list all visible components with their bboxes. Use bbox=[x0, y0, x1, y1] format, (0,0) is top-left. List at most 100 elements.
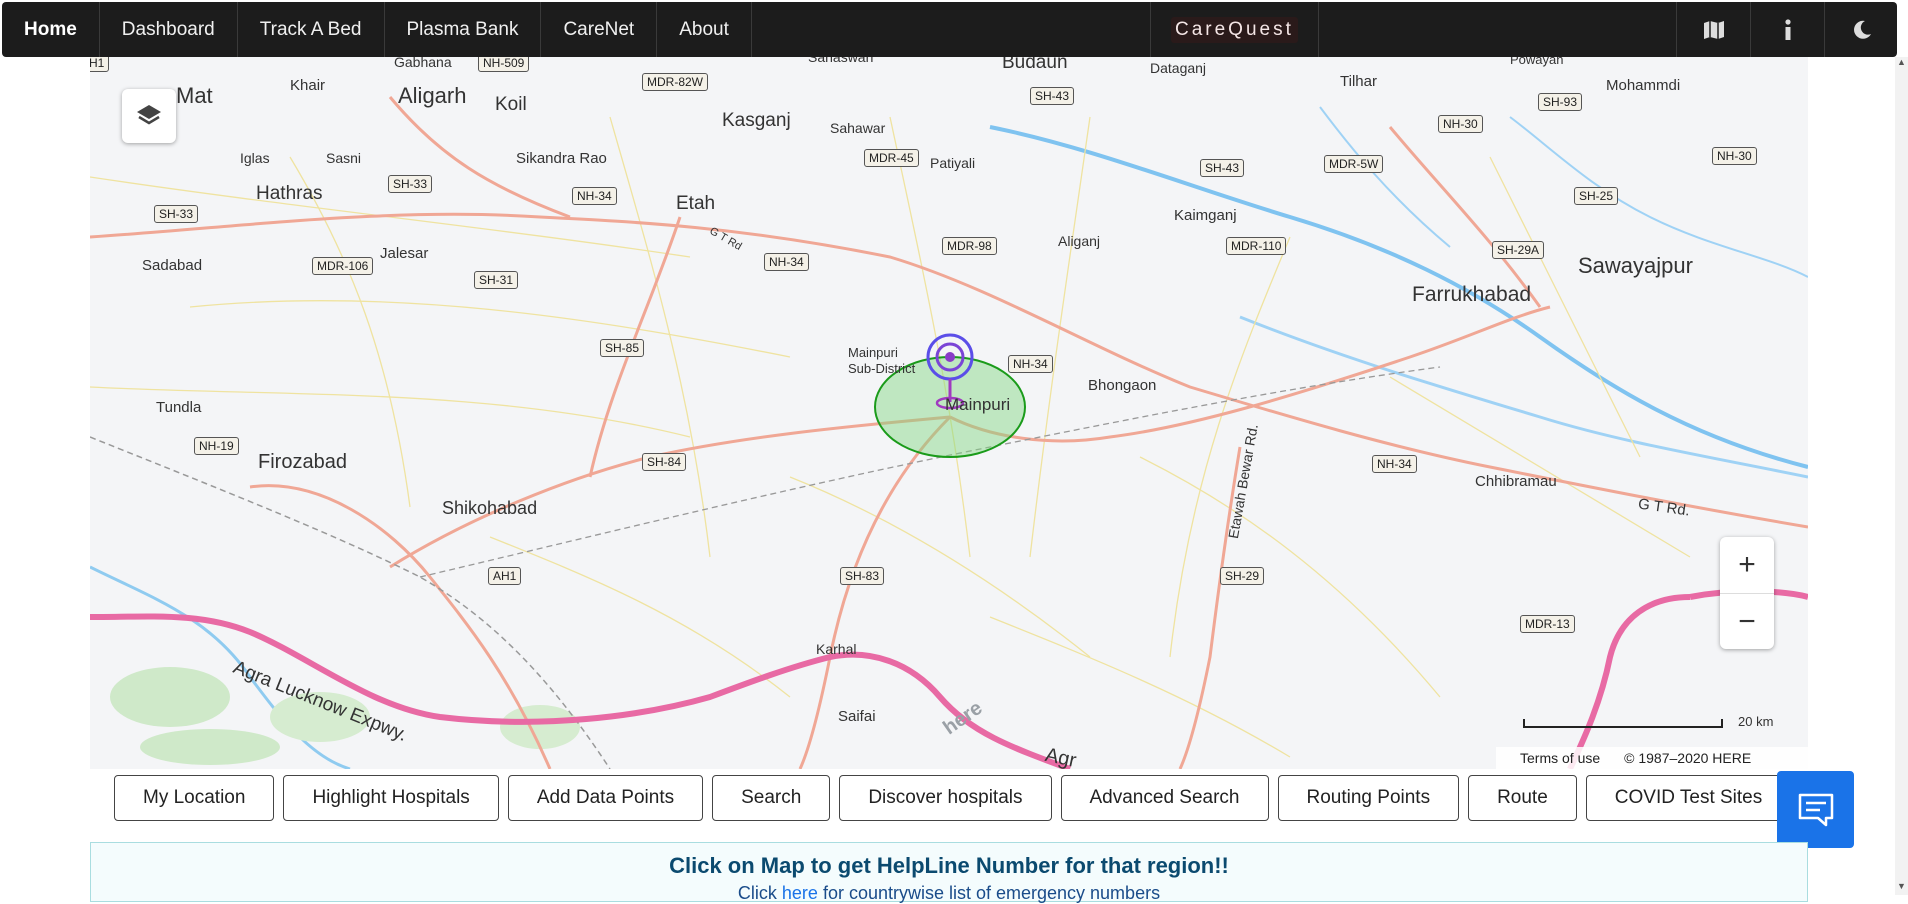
road-shield: NH-34 bbox=[1008, 355, 1053, 373]
zoom-out-button[interactable]: − bbox=[1720, 594, 1774, 650]
city-label: Aligarh bbox=[398, 83, 467, 108]
scroll-up-icon[interactable]: ▲ bbox=[1895, 57, 1908, 71]
add-data-points-button[interactable]: Add Data Points bbox=[507, 775, 704, 821]
city-label: Khair bbox=[290, 77, 326, 94]
nav-home[interactable]: Home bbox=[2, 2, 100, 57]
city-label: Powayan bbox=[1510, 57, 1564, 67]
road-shield: SH-29A bbox=[1492, 241, 1545, 259]
action-button-bar: My Location Highlight Hospitals Add Data… bbox=[114, 775, 1792, 821]
city-label: Sahaswan bbox=[808, 57, 874, 65]
road-shield: MDR-13 bbox=[1520, 615, 1575, 633]
road-shield: SH-31 bbox=[474, 271, 519, 289]
route-button[interactable]: Route bbox=[1468, 775, 1577, 821]
road-shield: SH-43 bbox=[1200, 159, 1245, 177]
road-shield: NH-30 bbox=[1712, 147, 1757, 165]
city-label: Sasni bbox=[326, 150, 362, 166]
city-label: Dataganj bbox=[1150, 60, 1207, 76]
info-icon[interactable] bbox=[1750, 2, 1825, 57]
discover-hospitals-button[interactable]: Discover hospitals bbox=[839, 775, 1052, 821]
road-shield: H1 bbox=[90, 57, 110, 72]
road-shield: MDR-5W bbox=[1324, 155, 1384, 173]
moon-icon[interactable] bbox=[1824, 2, 1899, 57]
chat-icon bbox=[1798, 793, 1833, 826]
helpline-subtitle: Click here for countrywise list of emerg… bbox=[737, 883, 1161, 903]
city-label: Gabhana bbox=[394, 57, 452, 70]
city-label: Bhongaon bbox=[1088, 377, 1157, 394]
routing-points-button[interactable]: Routing Points bbox=[1277, 775, 1460, 821]
layers-button[interactable] bbox=[122, 89, 176, 143]
map-canvas[interactable]: Mat Khair Gabhana Aligarh Koil Sahaswan … bbox=[90, 57, 1808, 769]
city-label: Budaun bbox=[1002, 57, 1068, 73]
road-shield: MDR-106 bbox=[312, 257, 374, 275]
city-label: Mainpuri bbox=[945, 395, 1011, 414]
road-shield: MDR-45 bbox=[864, 149, 919, 167]
city-label: Kaimganj bbox=[1174, 207, 1237, 224]
scale-bar bbox=[1523, 719, 1723, 728]
road-shield: MDR-98 bbox=[942, 237, 997, 255]
nav-dashboard[interactable]: Dashboard bbox=[100, 2, 238, 57]
city-label: Shikohabad bbox=[442, 498, 538, 518]
city-label: Tundla bbox=[156, 399, 202, 416]
top-navbar: Home Dashboard Track A Bed Plasma Bank C… bbox=[2, 2, 1897, 57]
road-shield: SH-33 bbox=[154, 205, 199, 223]
advanced-search-button[interactable]: Advanced Search bbox=[1060, 775, 1269, 821]
city-label: Koil bbox=[495, 94, 527, 115]
city-label: Iglas bbox=[240, 150, 270, 166]
road-shield: SH-83 bbox=[840, 567, 885, 585]
road-shield: SH-43 bbox=[1030, 87, 1075, 105]
city-label: Mohammdi bbox=[1606, 77, 1681, 94]
road-shield: NH-19 bbox=[194, 437, 239, 455]
city-label: Farrukhabad bbox=[1412, 283, 1532, 306]
my-location-button[interactable]: My Location bbox=[114, 775, 275, 821]
nav-about[interactable]: About bbox=[657, 2, 752, 57]
city-label: Saifai bbox=[838, 708, 876, 725]
covid-test-sites-button[interactable]: COVID Test Sites bbox=[1585, 775, 1792, 821]
road-shield: SH-84 bbox=[642, 453, 687, 471]
map-attribution: Terms of use © 1987–2020 HERE bbox=[1496, 747, 1808, 769]
nav-plasma-bank[interactable]: Plasma Bank bbox=[385, 2, 542, 57]
city-label: Sadabad bbox=[142, 257, 203, 274]
map-icon[interactable] bbox=[1676, 2, 1751, 57]
city-label: Firozabad bbox=[258, 451, 347, 473]
road-shield: NH-34 bbox=[764, 253, 809, 271]
city-label: Karhal bbox=[816, 641, 857, 657]
road-shield: NH-30 bbox=[1438, 115, 1483, 133]
brand-title[interactable]: CareQuest bbox=[1150, 2, 1319, 57]
page-scrollbar[interactable]: ▲ ▼ bbox=[1895, 57, 1908, 895]
road-shield: SH-93 bbox=[1538, 93, 1583, 111]
chat-button[interactable] bbox=[1777, 771, 1854, 848]
sub-district-label: Mainpuri Sub-District bbox=[848, 345, 916, 376]
highlight-hospitals-button[interactable]: Highlight Hospitals bbox=[283, 775, 499, 821]
scale-label: 20 km bbox=[1738, 714, 1774, 729]
road-shield: SH-33 bbox=[388, 175, 433, 193]
city-label: Sikandra Rao bbox=[516, 150, 607, 167]
city-label: Sawayajpur bbox=[1578, 253, 1693, 278]
nav-carenet[interactable]: CareNet bbox=[541, 2, 658, 57]
city-label: Etah bbox=[676, 193, 716, 214]
road-shield: SH-85 bbox=[600, 339, 645, 357]
helpline-box: Click on Map to get HelpLine Number for … bbox=[90, 842, 1808, 903]
city-label: Sahawar bbox=[830, 120, 886, 136]
scroll-down-icon[interactable]: ▼ bbox=[1895, 881, 1908, 895]
zoom-control: + − bbox=[1720, 537, 1774, 649]
search-button[interactable]: Search bbox=[712, 775, 831, 821]
road-shield: NH-34 bbox=[1372, 455, 1417, 473]
road-shield: MDR-110 bbox=[1226, 237, 1287, 255]
city-label: Kasganj bbox=[722, 110, 791, 131]
emergency-numbers-link[interactable]: here bbox=[782, 883, 818, 903]
city-label: Tilhar bbox=[1340, 73, 1377, 90]
road-shield: NH-34 bbox=[572, 187, 617, 205]
nav-track-a-bed[interactable]: Track A Bed bbox=[238, 2, 385, 57]
zoom-in-button[interactable]: + bbox=[1720, 537, 1774, 594]
city-label: Chhibramau bbox=[1475, 473, 1557, 490]
road-shield: AH1 bbox=[488, 567, 522, 585]
road-shield: NH-509 bbox=[478, 57, 530, 72]
layers-icon bbox=[137, 105, 161, 125]
road-shield: SH-29 bbox=[1220, 567, 1265, 585]
city-label: Aliganj bbox=[1058, 233, 1101, 249]
city-label: Mat bbox=[176, 83, 213, 108]
road-shield: SH-25 bbox=[1574, 187, 1619, 205]
terms-link[interactable]: Terms of use bbox=[1520, 750, 1600, 766]
helpline-title: Click on Map to get HelpLine Number for … bbox=[669, 853, 1229, 878]
road-shield: MDR-82W bbox=[642, 73, 708, 91]
